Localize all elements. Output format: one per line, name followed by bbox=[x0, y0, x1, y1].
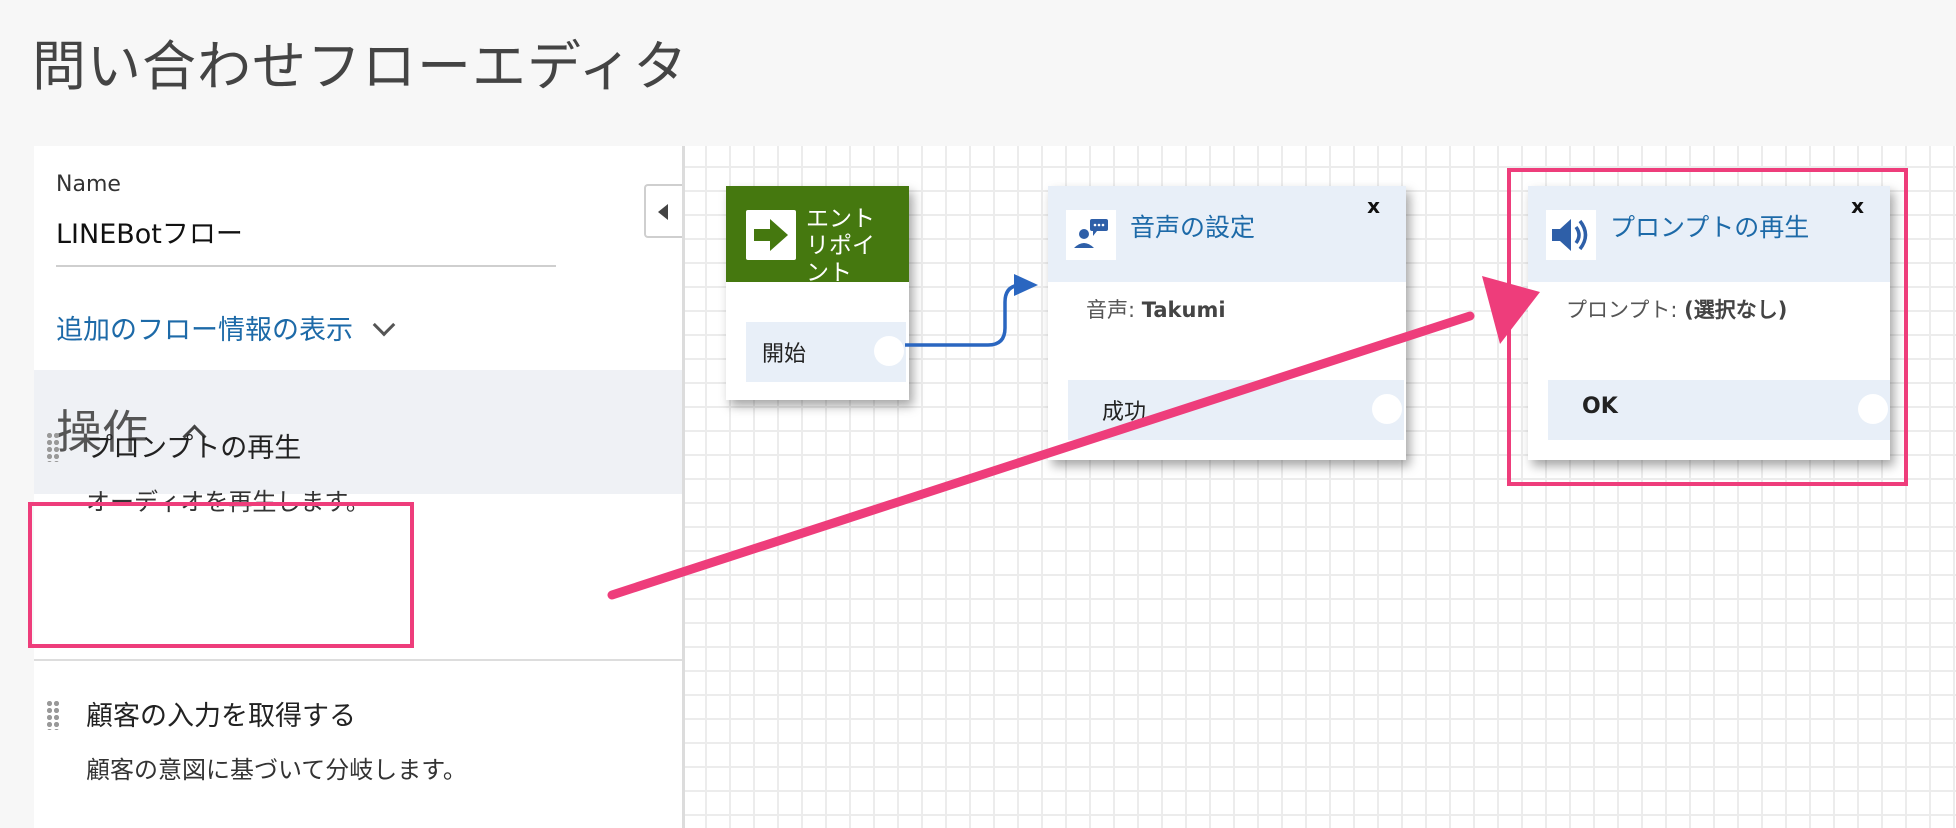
close-node-button[interactable]: x bbox=[1851, 194, 1864, 218]
speaking-person-icon bbox=[1066, 210, 1116, 260]
voice-detail-value: Takumi bbox=[1141, 298, 1226, 322]
page-title: 問い合わせフローエディタ bbox=[32, 35, 689, 98]
flow-name-field[interactable]: LINEBotフロー bbox=[56, 212, 556, 267]
drag-handle-icon[interactable] bbox=[46, 432, 60, 462]
set-voice-header: 音声の設定 x bbox=[1048, 186, 1406, 282]
operation-item-get-customer-input[interactable]: 顧客の入力を取得する 顧客の意図に基づいて分岐します。 bbox=[34, 684, 682, 794]
operation-description: オーディオを再生します。 bbox=[86, 488, 370, 516]
operation-title: 顧客の入力を取得する bbox=[86, 701, 356, 732]
operation-title: プロンプトの再生 bbox=[86, 433, 302, 464]
flow-name-label: Name bbox=[56, 172, 121, 197]
collapse-sidebar-button[interactable] bbox=[644, 184, 682, 238]
play-prompt-title: プロンプトの再生 bbox=[1610, 213, 1810, 242]
output-port[interactable] bbox=[1372, 394, 1402, 424]
play-prompt-node[interactable]: プロンプトの再生 x プロンプト: (選択なし) OK bbox=[1528, 186, 1890, 460]
branch-success: 成功 bbox=[1068, 380, 1404, 440]
drag-handle-icon[interactable] bbox=[46, 700, 60, 730]
operation-divider bbox=[34, 659, 682, 661]
entry-point-header: エントリポイント bbox=[726, 186, 909, 282]
entry-branch-start: 開始 bbox=[746, 322, 906, 382]
close-node-button[interactable]: x bbox=[1367, 194, 1380, 218]
chevron-down-icon bbox=[372, 313, 395, 337]
set-voice-node[interactable]: 音声の設定 x 音声: Takumi 成功 bbox=[1048, 186, 1406, 460]
operation-description: 顧客の意図に基づいて分岐します。 bbox=[86, 756, 467, 784]
branch-ok: OK bbox=[1548, 380, 1890, 440]
sidebar: Name LINEBotフロー 追加のフロー情報の表示 操作 プロンプトの再生 … bbox=[34, 146, 685, 828]
prompt-detail-value: (選択なし) bbox=[1684, 298, 1788, 322]
operation-item-play-prompt[interactable]: プロンプトの再生 オーディオを再生します。 bbox=[34, 416, 682, 526]
flow-canvas[interactable]: エントリポイント 開始 音声の設定 x 音声: Takumi 成功 プロンプトの… bbox=[685, 146, 1956, 828]
more-flow-info-link[interactable]: 追加のフロー情報の表示 bbox=[56, 308, 395, 347]
more-flow-info-label: 追加のフロー情報の表示 bbox=[56, 315, 353, 346]
prompt-detail-label: プロンプト: bbox=[1566, 298, 1678, 322]
voice-detail: 音声: Takumi bbox=[1086, 294, 1226, 324]
speaker-icon bbox=[1546, 210, 1596, 260]
entry-point-node[interactable]: エントリポイント 開始 bbox=[726, 186, 909, 400]
play-prompt-header: プロンプトの再生 x bbox=[1528, 186, 1890, 282]
caret-left-icon bbox=[658, 204, 668, 220]
set-voice-title: 音声の設定 bbox=[1130, 213, 1256, 242]
output-port[interactable] bbox=[874, 336, 904, 366]
voice-detail-label: 音声: bbox=[1086, 298, 1136, 322]
output-port[interactable] bbox=[1858, 394, 1888, 424]
arrow-right-icon bbox=[746, 210, 796, 260]
branch-label: OK bbox=[1582, 394, 1618, 419]
branch-label: 開始 bbox=[762, 342, 807, 367]
entry-point-title: エントリポイント bbox=[806, 206, 875, 282]
prompt-detail: プロンプト: (選択なし) bbox=[1566, 294, 1787, 324]
branch-label: 成功 bbox=[1102, 400, 1147, 425]
